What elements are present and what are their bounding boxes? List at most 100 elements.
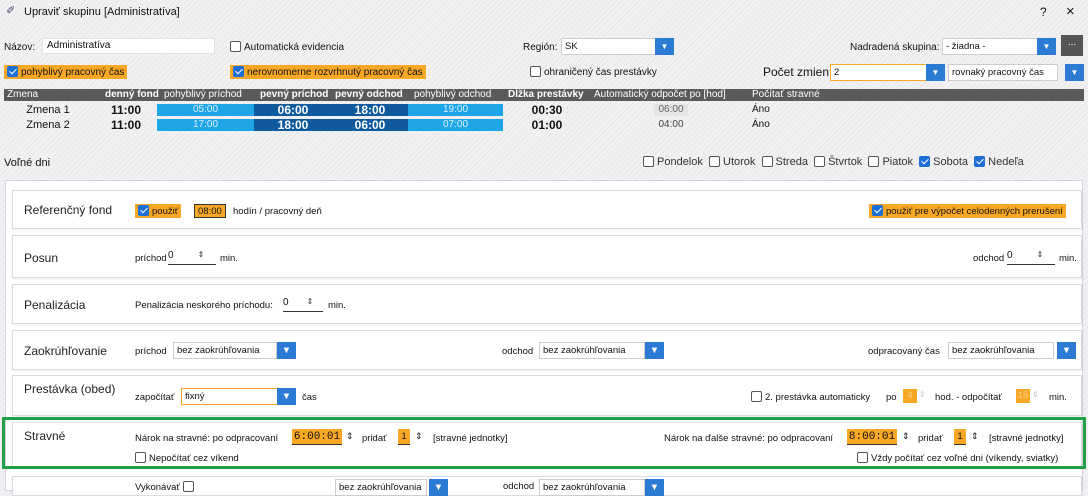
- ref-fund-calc-label: použiť pre výpočet celodenných prerušení: [886, 206, 1063, 217]
- checkbox-icon: [709, 156, 720, 167]
- shift-count-select[interactable]: 2: [830, 64, 928, 81]
- departure-spinner[interactable]: 0 ⇕: [1007, 250, 1055, 265]
- checkbox-icon: [974, 156, 986, 167]
- close-button[interactable]: ×: [1066, 3, 1075, 20]
- checkbox-icon: [751, 391, 762, 402]
- col-fixed-out: pevný odchod: [335, 89, 403, 100]
- parent-group-select[interactable]: - žiadna -: [942, 38, 1038, 55]
- day-checkbox-tuesday[interactable]: Utorok: [709, 156, 755, 168]
- next-row-dropdown-icon[interactable]: ▼: [429, 479, 448, 496]
- spinner-icon[interactable]: ⇕: [305, 297, 315, 306]
- spinner-icon[interactable]: ⇕: [1035, 250, 1045, 259]
- spinner-icon[interactable]: ⇕: [1032, 390, 1039, 399]
- day-checkbox-sunday[interactable]: Nedeľa: [974, 156, 1024, 168]
- checkbox-icon: [868, 156, 880, 167]
- col-flex-out: pohyblivý odchod: [414, 89, 492, 100]
- checkbox-icon: [814, 156, 826, 167]
- meal-highlight-frame: [2, 417, 1086, 469]
- next-row: Vykonávať bez zaokrúhľovania ▼ odchod be…: [12, 476, 1082, 496]
- checkbox-icon: [919, 156, 931, 167]
- shift-offset-label: Posun: [24, 251, 59, 265]
- day-checkbox-wednesday[interactable]: Streda: [761, 156, 808, 168]
- shift-fund: 11:00: [110, 103, 142, 117]
- parent-group-dropdown-icon[interactable]: ▼: [1037, 38, 1056, 55]
- lunch-count-dropdown-icon[interactable]: ▼: [277, 388, 296, 405]
- worktime-type-select[interactable]: rovnaký pracovný čas: [948, 64, 1058, 81]
- rounding-out-select[interactable]: bez zaokrúhľovania: [539, 342, 645, 359]
- more-button[interactable]: ...: [1061, 35, 1083, 56]
- window-title: Upraviť skupinu [Administratíva]: [24, 6, 180, 18]
- name-label: Názov:: [4, 42, 36, 53]
- rounding-out-dropdown-icon[interactable]: ▼: [645, 342, 664, 359]
- lunch-count-select[interactable]: fixný: [181, 388, 279, 405]
- shift-count-dropdown-icon[interactable]: ▼: [926, 64, 945, 81]
- app-icon: ✐: [6, 5, 16, 17]
- ref-fund-use-checkbox[interactable]: použiť: [135, 204, 182, 218]
- ref-fund-calc-checkbox[interactable]: použiť pre výpočet celodenných prerušení: [869, 204, 1066, 218]
- next-row-select[interactable]: bez zaokrúhľovania: [335, 479, 427, 496]
- shift-meal: Áno: [752, 119, 770, 130]
- flex-time-checkbox[interactable]: pohyblivý pracovný čas: [4, 65, 128, 79]
- spinner-icon[interactable]: ⇕: [196, 250, 206, 259]
- limited-break-checkbox[interactable]: ohraničený čas prestávky: [530, 66, 657, 78]
- lunch-min-input[interactable]: 15: [1016, 389, 1030, 403]
- day-label: Utorok: [723, 156, 756, 168]
- penalty-row: Penalizácia Penalizácia neskorého prícho…: [12, 284, 1082, 324]
- penalty-label: Penalizácia: [24, 298, 86, 312]
- rounding-row: Zaokrúhľovanie príchod bez zaokrúhľovani…: [12, 330, 1082, 370]
- shift-flex-in: 17:00: [157, 119, 254, 131]
- day-checkbox-monday[interactable]: Pondelok: [643, 156, 703, 168]
- second-break-checkbox[interactable]: 2. prestávka automaticky: [751, 391, 870, 403]
- shift-count-label: Počet zmien: [763, 65, 830, 79]
- free-days-checkboxes: Pondelok Utorok Streda Štvrtok Piatok So…: [643, 156, 1024, 168]
- arrival-spinner[interactable]: 0 ⇕: [168, 250, 216, 265]
- checkbox-icon: [230, 41, 241, 52]
- col-auto-deduct: Automatický odpočet po [hod]: [594, 89, 726, 100]
- col-shift: Zmena: [7, 89, 39, 100]
- ref-fund-hours-input[interactable]: 08:00: [194, 204, 226, 218]
- shift-fixed-out: 06:00: [332, 119, 408, 131]
- rounding-label: Zaokrúhľovanie: [24, 344, 107, 358]
- day-checkbox-thursday[interactable]: Štvrtok: [814, 156, 862, 168]
- checkbox-icon: [761, 156, 773, 167]
- next-row-text: Vykonávať: [135, 481, 197, 493]
- lunch-hours-input[interactable]: 4: [903, 389, 917, 403]
- next-row-out-select[interactable]: bez zaokrúhľovania: [539, 479, 645, 496]
- region-select[interactable]: SK: [561, 38, 657, 55]
- departure-min: min.: [1059, 253, 1077, 264]
- day-label: Piatok: [882, 156, 914, 168]
- rounding-in-label: príchod: [135, 346, 167, 357]
- help-button[interactable]: ?: [1040, 5, 1047, 19]
- arrival-label: príchod: [135, 253, 167, 264]
- day-label: Streda: [775, 156, 808, 168]
- arrival-value: 0: [168, 250, 174, 261]
- day-checkbox-friday[interactable]: Piatok: [868, 156, 913, 168]
- lunch-hod-label: hod. - odpočítať: [935, 392, 1002, 403]
- rounding-worked-select[interactable]: bez zaokrúhľovania: [948, 342, 1054, 359]
- free-days-label: Voľné dni: [4, 157, 51, 169]
- rounding-in-dropdown-icon[interactable]: ▼: [277, 342, 296, 359]
- checkbox-icon[interactable]: [182, 481, 194, 492]
- worktime-type-dropdown-icon[interactable]: ▼: [1065, 64, 1084, 81]
- auto-evidence-checkbox[interactable]: Automatická evidencia: [230, 41, 344, 53]
- rounding-in-select[interactable]: bez zaokrúhľovania: [173, 342, 277, 359]
- rounding-worked-label: odpracovaný čas: [868, 346, 940, 357]
- lunch-min-label: min.: [1049, 392, 1067, 403]
- rounding-worked-dropdown-icon[interactable]: ▼: [1057, 342, 1076, 359]
- checkbox-icon: [643, 156, 654, 167]
- name-input[interactable]: Administratíva: [42, 38, 215, 54]
- day-checkbox-saturday[interactable]: Sobota: [919, 156, 968, 168]
- penalty-spinner[interactable]: 0 ⇕: [283, 297, 323, 312]
- region-dropdown-icon[interactable]: ▼: [655, 38, 674, 55]
- departure-value: 0: [1007, 250, 1013, 261]
- col-flex-in: pohyblivý príchod: [164, 89, 242, 100]
- shift-flex-in: 05:00: [157, 104, 254, 116]
- shift-meal: Áno: [752, 104, 770, 115]
- shift-name: Zmena 2: [26, 119, 70, 131]
- spinner-icon[interactable]: ⇕: [919, 390, 926, 399]
- shift-fixed-out: 18:00: [332, 104, 408, 116]
- next-row-out-dropdown-icon[interactable]: ▼: [645, 479, 664, 496]
- rounding-out-label: odchod: [502, 346, 534, 357]
- limited-break-label: ohraničený čas prestávky: [544, 67, 657, 78]
- uneven-time-checkbox[interactable]: nerovnomerne rozvrhnutý pracovný čas: [230, 65, 426, 79]
